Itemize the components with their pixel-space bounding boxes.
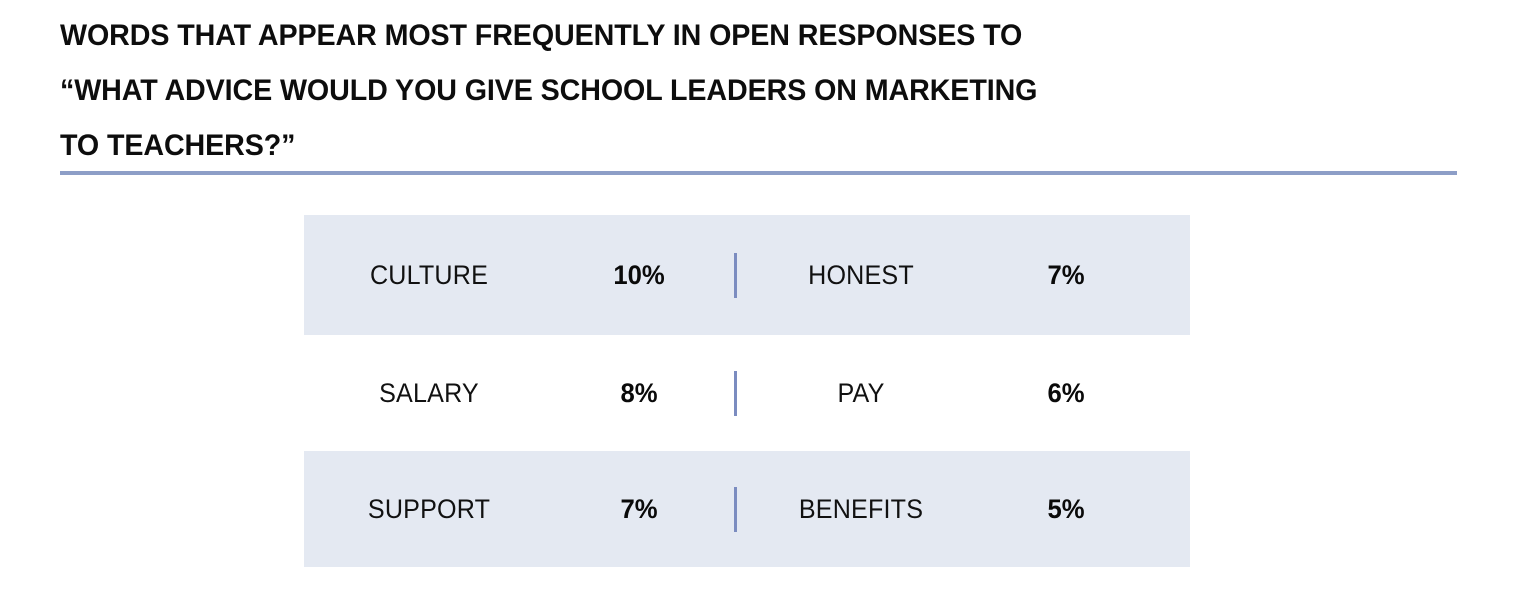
- title-block: WORDS THAT APPEAR MOST FREQUENTLY IN OPE…: [60, 8, 1240, 173]
- word-label-left: SALARY: [379, 377, 479, 408]
- page-title: WORDS THAT APPEAR MOST FREQUENTLY IN OPE…: [60, 19, 1038, 162]
- word-label-left: CULTURE: [369, 259, 489, 290]
- column-divider: [724, 335, 746, 451]
- percent-value-right: 7%: [1047, 259, 1085, 290]
- column-divider: [724, 215, 746, 335]
- vertical-divider-icon: [733, 486, 737, 532]
- percent-value-left: 10%: [613, 259, 665, 290]
- vertical-divider-icon: [733, 252, 737, 298]
- percent-value-left: 7%: [620, 493, 658, 524]
- table-row: SALARY 8% PAY 6%: [304, 335, 1190, 451]
- word-label-right: PAY: [837, 377, 885, 408]
- word-frequency-table: CULTURE 10% HONEST 7% SALARY 8% PAY 6% S…: [304, 215, 1190, 567]
- word-label-left: SUPPORT: [367, 493, 491, 524]
- column-divider: [724, 451, 746, 567]
- word-label-right: BENEFITS: [798, 493, 924, 524]
- table-row: CULTURE 10% HONEST 7%: [304, 215, 1190, 335]
- title-divider-rule: [60, 171, 1457, 175]
- table-row: SUPPORT 7% BENEFITS 5%: [304, 451, 1190, 567]
- percent-value-right: 5%: [1047, 493, 1085, 524]
- vertical-divider-icon: [733, 370, 737, 416]
- percent-value-right: 6%: [1047, 377, 1085, 408]
- chart-page: WORDS THAT APPEAR MOST FREQUENTLY IN OPE…: [0, 0, 1518, 600]
- percent-value-left: 8%: [620, 377, 658, 408]
- word-label-right: HONEST: [808, 259, 914, 290]
